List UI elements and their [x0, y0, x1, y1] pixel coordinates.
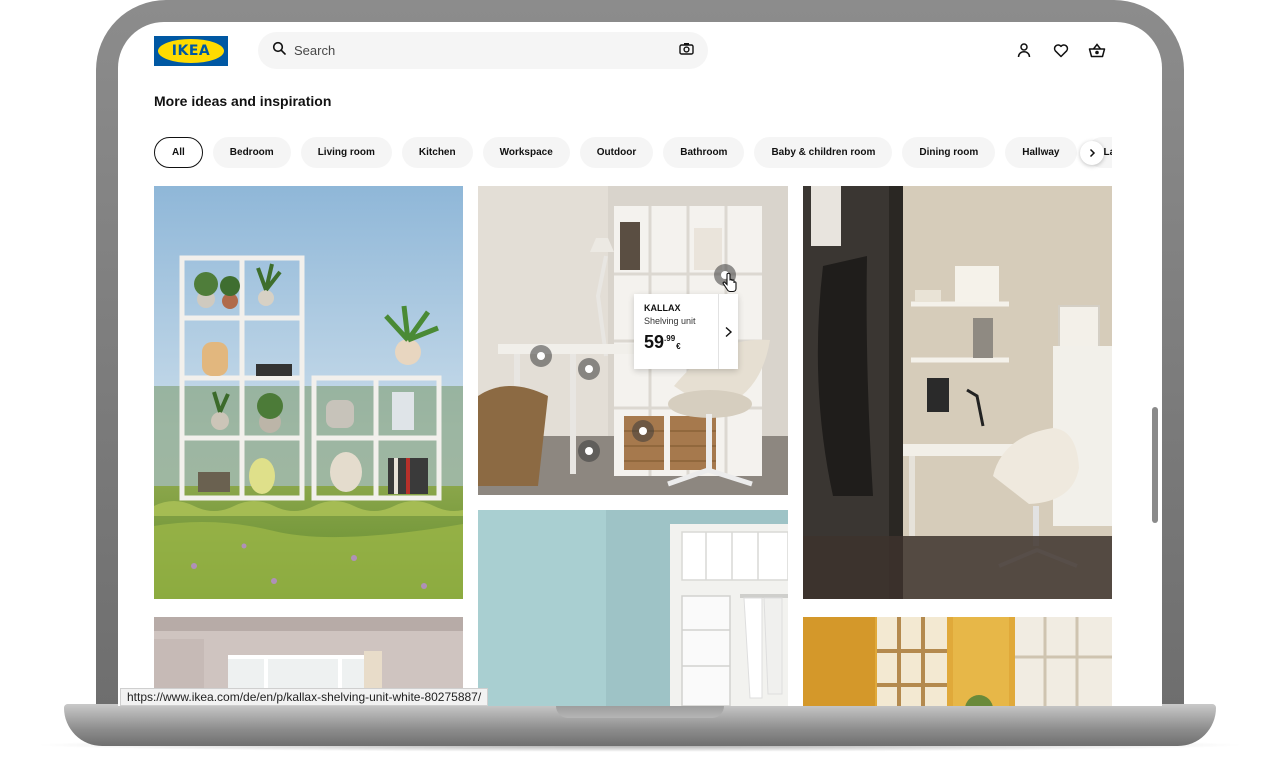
chip-kitchen[interactable]: Kitchen — [401, 137, 473, 168]
user-icon[interactable] — [1014, 40, 1034, 60]
price-decimal: .99 — [664, 334, 676, 343]
chip-all[interactable]: All — [154, 137, 203, 168]
page-scrollbar[interactable] — [1152, 407, 1158, 523]
hotspot-dot[interactable] — [530, 345, 552, 367]
hotspot-dot[interactable] — [632, 420, 654, 442]
chip-dining-room[interactable]: Dining room — [902, 137, 996, 168]
browser-viewport: IKEA More ideas and inspiration All Bedr… — [118, 22, 1162, 706]
hotspot-dot[interactable] — [578, 358, 600, 380]
chip-hallway[interactable]: Hallway — [1005, 137, 1077, 168]
inspiration-image-kallax-workspace[interactable]: KALLAX Shelving unit 59 .99 € — [478, 186, 788, 495]
section-title: More ideas and inspiration — [154, 93, 332, 109]
laptop-notch — [556, 704, 724, 718]
chevron-right-icon — [725, 326, 733, 337]
basket-icon[interactable] — [1087, 40, 1107, 60]
chip-living-room[interactable]: Living room — [300, 137, 392, 168]
hotspot-dot[interactable] — [578, 440, 600, 462]
ikea-logo[interactable]: IKEA — [154, 36, 228, 66]
inspiration-image-hallway-desk[interactable] — [803, 186, 1112, 599]
product-price: 59 .99 € — [644, 332, 718, 353]
price-integer: 59 — [644, 332, 665, 352]
chip-workspace[interactable]: Workspace — [482, 137, 570, 168]
laptop-mockup: IKEA More ideas and inspiration All Bedr… — [0, 0, 1280, 762]
inspiration-image-outdoor-shelving[interactable] — [154, 186, 463, 599]
status-bar-url: https://www.ikea.com/de/en/p/kallax-shel… — [120, 688, 489, 706]
heart-icon[interactable] — [1051, 40, 1071, 60]
card-open-button[interactable] — [718, 294, 738, 369]
hand-cursor-icon — [722, 272, 737, 293]
chip-baby-children-room[interactable]: Baby & children room — [754, 137, 893, 168]
inspiration-image-wardrobe[interactable] — [478, 510, 788, 706]
search-icon — [272, 41, 286, 60]
product-type: Shelving unit — [644, 316, 696, 326]
room-filter-chips: All Bedroom Living room Kitchen Workspac… — [154, 137, 1112, 169]
price-currency: € — [676, 342, 681, 351]
chevron-right-icon — [1089, 148, 1096, 158]
inspiration-image-yellow-room[interactable] — [803, 617, 1112, 706]
product-name: KALLAX — [644, 303, 681, 313]
chip-outdoor[interactable]: Outdoor — [579, 137, 654, 168]
chip-bathroom[interactable]: Bathroom — [663, 137, 745, 168]
camera-icon[interactable] — [679, 42, 694, 60]
chip-bedroom[interactable]: Bedroom — [212, 137, 291, 168]
logo-text: IKEA — [158, 39, 224, 63]
chips-next-button[interactable] — [1080, 141, 1104, 165]
search-input[interactable] — [294, 43, 679, 58]
search-bar[interactable] — [258, 32, 708, 69]
product-hotspot-card[interactable]: KALLAX Shelving unit 59 .99 € — [634, 294, 738, 369]
